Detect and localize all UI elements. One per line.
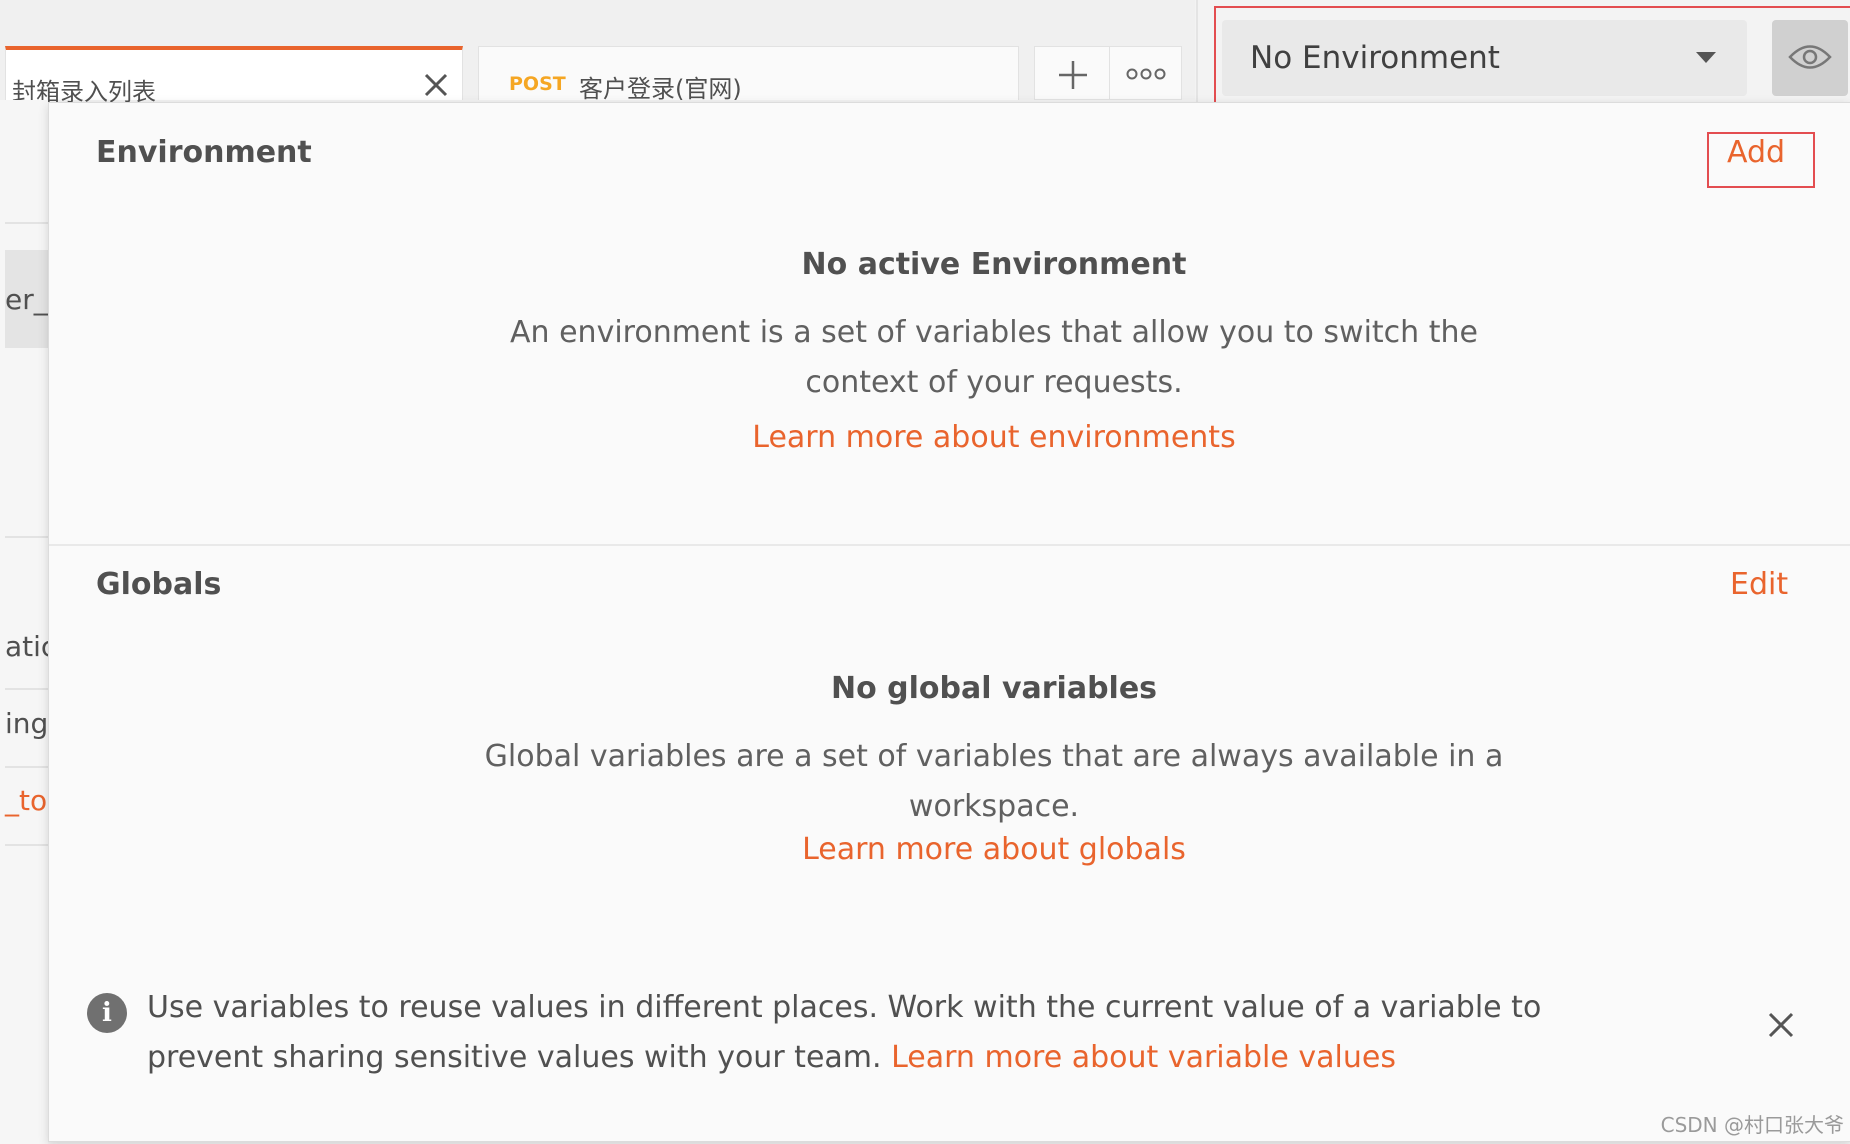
learn-more-variable-values-link[interactable]: Learn more about variable values	[891, 1040, 1396, 1075]
new-tab-button[interactable]	[1034, 46, 1110, 100]
sidebar-divider	[5, 844, 48, 846]
edit-globals-button[interactable]: Edit	[1730, 567, 1788, 602]
tab-customer-login[interactable]: POST 客户登录(官网)	[478, 46, 1019, 103]
info-icon: i	[87, 993, 127, 1033]
eye-icon	[1788, 45, 1832, 69]
learn-more-environments-link[interactable]: Learn more about environments	[429, 420, 1559, 455]
header-divider	[1196, 0, 1198, 110]
sidebar-item[interactable]: _to	[5, 784, 47, 817]
globals-section-title: Globals	[96, 567, 222, 602]
section-divider	[49, 544, 1850, 546]
environment-section-title: Environment	[96, 135, 312, 170]
tab-options-button[interactable]	[1110, 46, 1182, 100]
sidebar-divider	[5, 688, 48, 690]
environment-quick-look-button[interactable]	[1772, 20, 1848, 96]
sidebar-item[interactable]: ing	[5, 707, 48, 740]
tab-label: 客户登录(官网)	[579, 75, 742, 103]
watermark: CSDN @村口张大爷	[1660, 1113, 1844, 1137]
empty-state-title: No active Environment	[801, 247, 1187, 282]
empty-state-title: No global variables	[830, 671, 1158, 706]
more-options-icon	[1126, 68, 1166, 80]
sidebar-item[interactable]: er_	[5, 283, 48, 316]
close-tab-icon[interactable]	[421, 70, 451, 100]
learn-more-globals-link[interactable]: Learn more about globals	[429, 832, 1559, 867]
add-environment-button[interactable]: Add	[1727, 135, 1785, 170]
empty-state-description: Global variables are a set of variables …	[484, 739, 1504, 774]
environment-empty-state: No active Environment An environment is …	[429, 247, 1559, 455]
plus-icon	[1059, 61, 1087, 89]
sidebar-divider	[5, 222, 48, 224]
environment-quick-look-popover: Environment Add No active Environment An…	[48, 102, 1850, 1142]
empty-state-description: An environment is a set of variables tha…	[510, 315, 1478, 350]
close-icon[interactable]	[1764, 1008, 1798, 1042]
chevron-down-icon	[1696, 52, 1716, 63]
sidebar-divider	[5, 766, 48, 768]
sidebar-divider	[5, 536, 48, 538]
variables-info-message: Use variables to reuse values in differe…	[147, 983, 1657, 1083]
globals-empty-state: No global variables Global variables are…	[429, 671, 1559, 867]
empty-state-description: workspace.	[908, 789, 1080, 824]
environment-dropdown-value: No Environment	[1250, 40, 1500, 76]
empty-state-description: context of your requests.	[805, 365, 1183, 400]
tab-sealing-list[interactable]: 封箱录入列表	[5, 46, 463, 106]
request-method-badge: POST	[509, 73, 566, 95]
environment-dropdown[interactable]: No Environment	[1222, 20, 1747, 96]
